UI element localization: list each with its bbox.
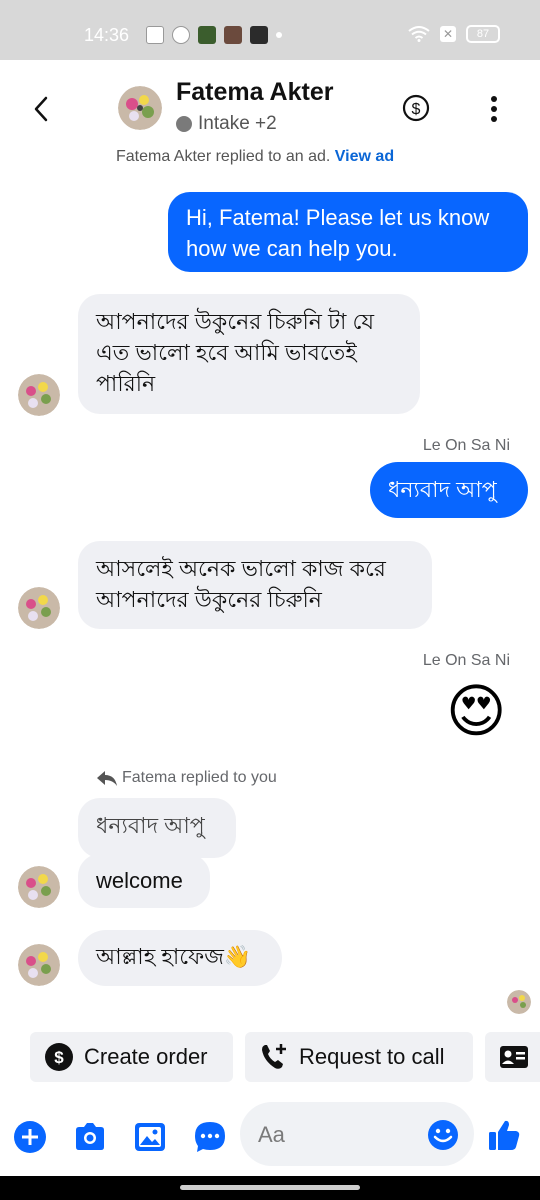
svg-text:$: $: [54, 1048, 64, 1067]
message-text: ধন্যবাদ আপু: [388, 477, 497, 502]
quoted-message[interactable]: ধন্যবাদ আপু: [78, 798, 236, 858]
read-receipt-avatar: [507, 990, 531, 1014]
dot-icon: [276, 32, 282, 38]
message-bubble-incoming[interactable]: আপনাদের উকুনের চিরুনি টা যে এত ভালো হবে …: [78, 294, 420, 414]
app-icon-3: [250, 26, 268, 44]
status-system-icons: ✕ 87: [408, 25, 500, 43]
svg-text:$: $: [412, 101, 421, 118]
plus-circle-icon[interactable]: [13, 1120, 47, 1154]
status-bar: 14:36 ✕ 87: [0, 0, 540, 60]
app-icon-1: [198, 26, 216, 44]
gallery-icon[interactable]: [133, 1120, 167, 1154]
phone-plus-icon: [262, 1044, 286, 1069]
message-text: welcome: [96, 868, 183, 893]
message-bubble-outgoing[interactable]: ধন্যবাদ আপু: [370, 462, 528, 518]
message-text: আল্লাহ হাফেজ👋: [96, 944, 252, 969]
emoji-message[interactable]: 😍: [446, 678, 506, 744]
battery-icon: 87: [466, 25, 500, 43]
message-text: আপনাদের উকুনের চিরুনি টা যে এত ভালো হবে …: [96, 309, 375, 396]
referral-text: Fatema Akter replied to an ad.: [116, 148, 331, 165]
message-input-placeholder: Aa: [258, 1122, 285, 1147]
reply-text: Fatema replied to you: [122, 769, 277, 786]
system-navigation-bar: [0, 1176, 540, 1200]
composer-bar: Aa: [0, 1098, 540, 1176]
home-gesture-handle[interactable]: [180, 1185, 360, 1190]
message-bubble-incoming[interactable]: আসলেই অনেক ভালো কাজ করে আপনাদের উকুনের চ…: [78, 541, 432, 629]
camera-icon[interactable]: [73, 1120, 107, 1154]
sender-avatar[interactable]: [18, 866, 60, 908]
contact-subtitle[interactable]: Intake +2: [176, 113, 277, 135]
avatar[interactable]: [118, 86, 162, 130]
app-icon-2: [224, 26, 242, 44]
thumbs-up-icon[interactable]: [487, 1118, 521, 1152]
chat-bubble-icon[interactable]: [193, 1120, 227, 1154]
reply-arrow-icon: [97, 771, 117, 786]
wifi-icon: [408, 26, 430, 42]
dollar-circle-icon[interactable]: $: [402, 94, 430, 122]
quoted-text: ধন্যবাদ আপু: [96, 813, 205, 838]
view-ad-link[interactable]: View ad: [335, 148, 394, 165]
quick-actions-bar: $ Create order Request to call: [0, 1032, 540, 1086]
message-text: Hi, Fatema! Please let us know how we ca…: [186, 205, 490, 261]
ad-referral-note: Fatema Akter replied to an ad. View ad: [116, 148, 496, 168]
sender-label: Le On Sa Ni: [422, 437, 510, 454]
label-dot-icon: [176, 116, 192, 132]
subtitle-text: Intake +2: [198, 113, 277, 134]
message-bubble-incoming[interactable]: welcome: [78, 854, 210, 908]
sync-icon: [172, 26, 190, 44]
create-order-button[interactable]: $ Create order: [30, 1032, 233, 1082]
status-notification-icons: [146, 26, 282, 44]
chevron-left-icon[interactable]: [30, 95, 52, 123]
request-to-call-button[interactable]: Request to call: [245, 1032, 473, 1082]
sender-label: Le On Sa Ni: [422, 652, 510, 669]
contact-name[interactable]: Fatema Akter: [176, 78, 333, 107]
notification-icon: [146, 26, 164, 44]
message-input[interactable]: Aa: [240, 1102, 474, 1166]
message-bubble-outgoing[interactable]: Hi, Fatema! Please let us know how we ca…: [168, 192, 528, 272]
sender-avatar[interactable]: [18, 374, 60, 416]
sender-avatar[interactable]: [18, 944, 60, 986]
contact-card-button[interactable]: [485, 1032, 540, 1082]
message-text: আসলেই অনেক ভালো কাজ করে আপনাদের উকুনের চ…: [96, 556, 386, 612]
reply-indicator: Fatema replied to you: [96, 769, 277, 787]
dollar-circle-icon: $: [45, 1043, 73, 1071]
contact-card-icon: [500, 1046, 528, 1068]
more-vertical-icon[interactable]: [490, 96, 498, 122]
request-to-call-label: Request to call: [299, 1044, 445, 1069]
status-time: 14:36: [84, 25, 130, 45]
sender-avatar[interactable]: [18, 587, 60, 629]
x-icon: ✕: [440, 26, 456, 42]
emoji-icon[interactable]: [426, 1118, 460, 1152]
message-bubble-incoming[interactable]: আল্লাহ হাফেজ👋: [78, 930, 282, 986]
create-order-label: Create order: [84, 1044, 208, 1069]
